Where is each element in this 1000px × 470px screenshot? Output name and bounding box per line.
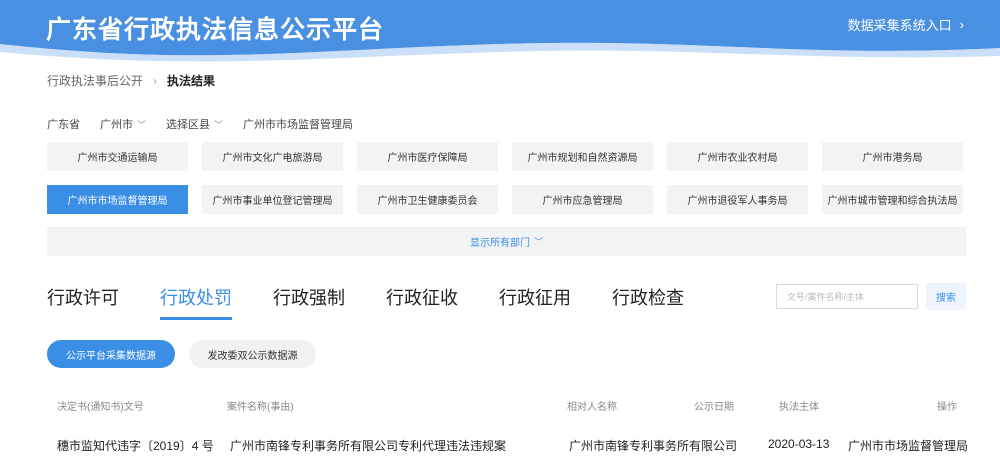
selected-department-label: 广州市市场监督管理局 xyxy=(243,119,354,131)
department-item[interactable]: 广州市卫生健康委员会 xyxy=(357,185,498,214)
cell-publish-date: 2020-03-13 xyxy=(768,437,830,451)
tab-item[interactable]: 行政检查 xyxy=(612,284,684,320)
department-item[interactable]: 广州市农业农村局 xyxy=(667,142,808,171)
tab-item[interactable]: 行政许可 xyxy=(47,284,119,320)
department-item[interactable]: 广州市港务局 xyxy=(822,142,963,171)
city-select[interactable]: 广州市 ﹀ xyxy=(100,116,146,132)
entry-link-label: 数据采集系统入口 xyxy=(847,18,952,33)
city-select-value: 广州市 xyxy=(100,119,133,131)
data-collection-entry-link[interactable]: 数据采集系统入口 › xyxy=(848,15,964,34)
tab-item[interactable]: 行政处罚 xyxy=(160,284,232,320)
tab-item[interactable]: 行政强制 xyxy=(273,284,345,320)
department-item[interactable]: 广州市交通运输局 xyxy=(47,142,188,171)
chevron-down-icon: ﹀ xyxy=(214,119,224,130)
department-item[interactable]: 广州市城市管理和综合执法局 xyxy=(822,185,963,214)
column-header-enforcer: 执法主体 xyxy=(779,402,819,413)
department-item[interactable]: 广州市规划和自然资源局 xyxy=(512,142,653,171)
department-item[interactable]: 广州市医疗保障局 xyxy=(357,142,498,171)
cell-enforcer: 广州市市场监督管理局 xyxy=(848,439,969,453)
department-item[interactable]: 广州市退役军人事务局 xyxy=(667,185,808,214)
department-grid: 广州市交通运输局 广州市文化广电旅游局 广州市医疗保障局 广州市规划和自然资源局… xyxy=(47,142,963,214)
breadcrumb: 行政执法事后公开 › 执法结果 xyxy=(47,72,215,89)
district-select-value: 选择区县 xyxy=(166,119,211,131)
category-tabs: 行政许可 行政处罚 行政强制 行政征收 行政征用 行政检查 xyxy=(47,284,684,320)
platform-source-button[interactable]: 公示平台采集数据源 xyxy=(47,340,175,368)
department-item[interactable]: 广州市应急管理局 xyxy=(512,185,653,214)
cell-party-name: 广州市南锋专利事务所有限公司 xyxy=(569,439,738,453)
column-header-doc-number: 决定书(通知书)文号 xyxy=(57,402,144,413)
column-header-case-name: 案件名称(事由) xyxy=(227,402,294,413)
tab-item[interactable]: 行政征用 xyxy=(499,284,571,320)
region-filter: 广东省 广州市 ﹀ 选择区县 ﹀ 广州市市场监督管理局 xyxy=(47,116,353,132)
breadcrumb-parent[interactable]: 行政执法事后公开 xyxy=(47,72,143,89)
site-title: 广东省行政执法信息公示平台 xyxy=(46,16,385,44)
show-all-departments-button[interactable]: 显示所有部门 ﹀ xyxy=(47,227,966,256)
show-all-label: 显示所有部门 xyxy=(469,238,530,249)
column-header-publish-date: 公示日期 xyxy=(694,402,734,413)
site-header: 广东省行政执法信息公示平台 数据采集系统入口 › xyxy=(0,0,1000,62)
breadcrumb-current: 执法结果 xyxy=(167,74,216,88)
cell-case-name[interactable]: 广州市南锋专利事务所有限公司专利代理违法违规案 xyxy=(230,437,506,454)
province-label[interactable]: 广东省 xyxy=(47,116,80,132)
chevron-down-icon: ﹀ xyxy=(533,237,543,247)
column-header-party-name: 相对人名称 xyxy=(567,402,617,413)
cell-doc-number: 穗市监知代违字〔2019〕4 号 xyxy=(57,439,214,453)
chevron-right-icon: › xyxy=(153,73,158,88)
chevron-down-icon: ﹀ xyxy=(137,119,147,130)
district-select[interactable]: 选择区县 ﹀ xyxy=(166,116,223,132)
ndrc-source-button[interactable]: 发改委双公示数据源 xyxy=(189,340,316,368)
department-item[interactable]: 广州市市场监督管理局 xyxy=(47,185,188,214)
column-header-action: 操作 xyxy=(937,402,957,413)
tab-item[interactable]: 行政征收 xyxy=(386,284,458,320)
department-item[interactable]: 广州市文化广电旅游局 xyxy=(202,142,343,171)
department-item[interactable]: 广州市事业单位登记管理局 xyxy=(202,185,343,214)
search-input[interactable] xyxy=(776,284,918,309)
chevron-right-icon: › xyxy=(959,17,964,32)
search-button[interactable]: 搜索 xyxy=(926,283,966,310)
